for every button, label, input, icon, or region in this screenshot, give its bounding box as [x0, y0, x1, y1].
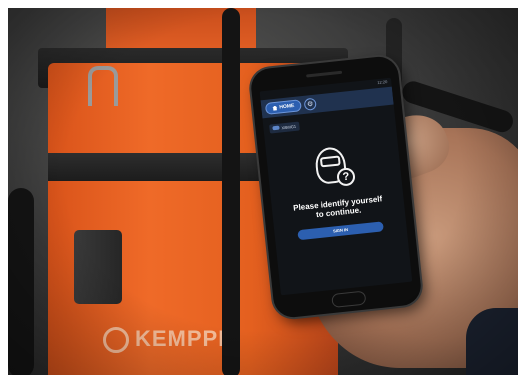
cable	[222, 8, 240, 375]
status-time: 12:20	[377, 79, 388, 86]
phone-screen: 12:20 HOME ⚙ X8MIG1 ? Please identify yo…	[259, 77, 413, 296]
helmet-visor	[319, 155, 341, 168]
home-button[interactable]: HOME	[264, 99, 302, 115]
sleeve	[466, 308, 518, 375]
device-label: X8MIG1	[281, 123, 297, 130]
machine-handle	[88, 66, 118, 106]
settings-button[interactable]: ⚙	[303, 97, 317, 111]
brand-logo: KEMPPI	[103, 326, 226, 354]
brand-logo-mark-icon	[103, 327, 129, 354]
device-selector[interactable]: X8MIG1	[269, 121, 300, 134]
photo-scene: KEMPPI 12:20 HOME ⚙ X8MIG1 ? Please iden…	[8, 8, 518, 375]
settings-icon: ⚙	[306, 100, 314, 109]
home-icon	[272, 105, 277, 110]
cable	[8, 188, 34, 375]
toggle-icon	[272, 125, 280, 131]
phone-home-key[interactable]	[331, 290, 367, 309]
phone-speaker	[306, 70, 343, 78]
question-mark-icon: ?	[336, 167, 356, 187]
identify-prompt: Please identify yourself to continue.	[272, 192, 405, 224]
smartphone: 12:20 HOME ⚙ X8MIG1 ? Please identify yo…	[249, 54, 423, 320]
machine-side-box	[74, 230, 122, 304]
sign-in-button[interactable]: SIGN IN	[297, 221, 384, 241]
identify-illustration: ?	[310, 143, 358, 191]
brand-logo-text: KEMPPI	[135, 326, 226, 351]
home-button-label: HOME	[279, 102, 295, 111]
